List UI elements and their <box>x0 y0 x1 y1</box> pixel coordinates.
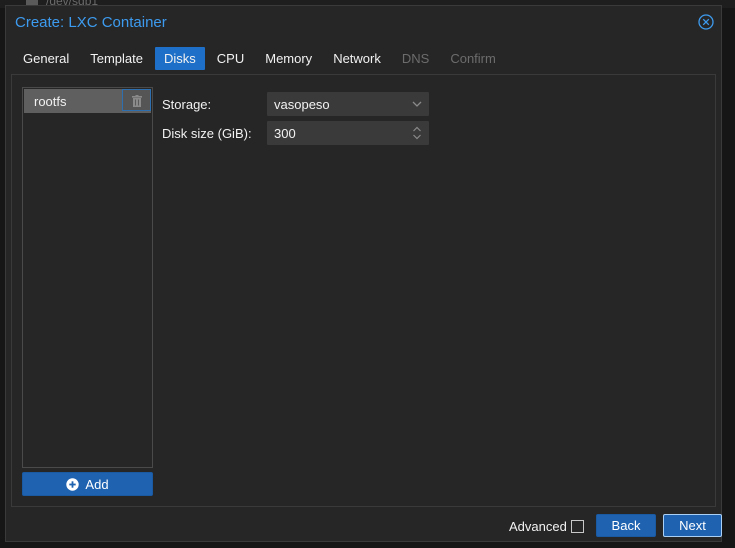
tab-network[interactable]: Network <box>324 47 390 70</box>
storage-input[interactable] <box>268 93 408 115</box>
tab-cpu[interactable]: CPU <box>208 47 253 70</box>
remove-disk-button[interactable] <box>122 89 151 111</box>
plus-circle-icon <box>66 477 80 491</box>
advanced-checkbox[interactable] <box>571 520 584 533</box>
tab-dns: DNS <box>401 51 430 66</box>
chevron-down-icon <box>412 101 422 107</box>
disk-list-item-label: rootfs <box>34 94 67 109</box>
tab-template[interactable]: Template <box>81 47 152 70</box>
disk-size-label: Disk size (GiB): <box>162 126 252 141</box>
advanced-label: Advanced <box>509 519 567 534</box>
disk-size-spinner[interactable] <box>267 121 429 145</box>
add-disk-button[interactable]: Add <box>22 472 153 496</box>
add-disk-label: Add <box>85 476 109 492</box>
trash-icon <box>132 95 142 107</box>
wizard-tabs: General Template Disks CPU Memory Networ… <box>14 47 508 70</box>
spinner-arrows-icon <box>413 126 421 140</box>
dialog-footer: Advanced Back Next <box>11 507 722 541</box>
disk-size-input[interactable] <box>268 122 408 144</box>
storage-label: Storage: <box>162 97 212 112</box>
create-lxc-dialog: Create: LXC Container General Template D… <box>5 5 722 542</box>
back-button[interactable]: Back <box>596 514 656 537</box>
storage-dropdown-trigger[interactable] <box>410 93 424 115</box>
disk-list: rootfs <box>22 87 153 468</box>
next-button[interactable]: Next <box>663 514 722 537</box>
tab-general[interactable]: General <box>14 47 78 70</box>
tab-disks[interactable]: Disks <box>155 47 205 70</box>
close-button[interactable] <box>698 14 714 30</box>
storage-combobox[interactable] <box>267 92 429 116</box>
disks-panel: rootfs Add Storage: vasopeso Disk size (… <box>11 75 716 507</box>
close-circle-icon <box>698 14 714 30</box>
disk-size-spin-buttons[interactable] <box>410 122 424 144</box>
disk-list-item-rootfs[interactable]: rootfs <box>24 89 151 113</box>
tab-memory[interactable]: Memory <box>256 47 321 70</box>
tab-confirm: Confirm <box>450 51 496 66</box>
dialog-title: Create: LXC Container <box>15 14 167 31</box>
